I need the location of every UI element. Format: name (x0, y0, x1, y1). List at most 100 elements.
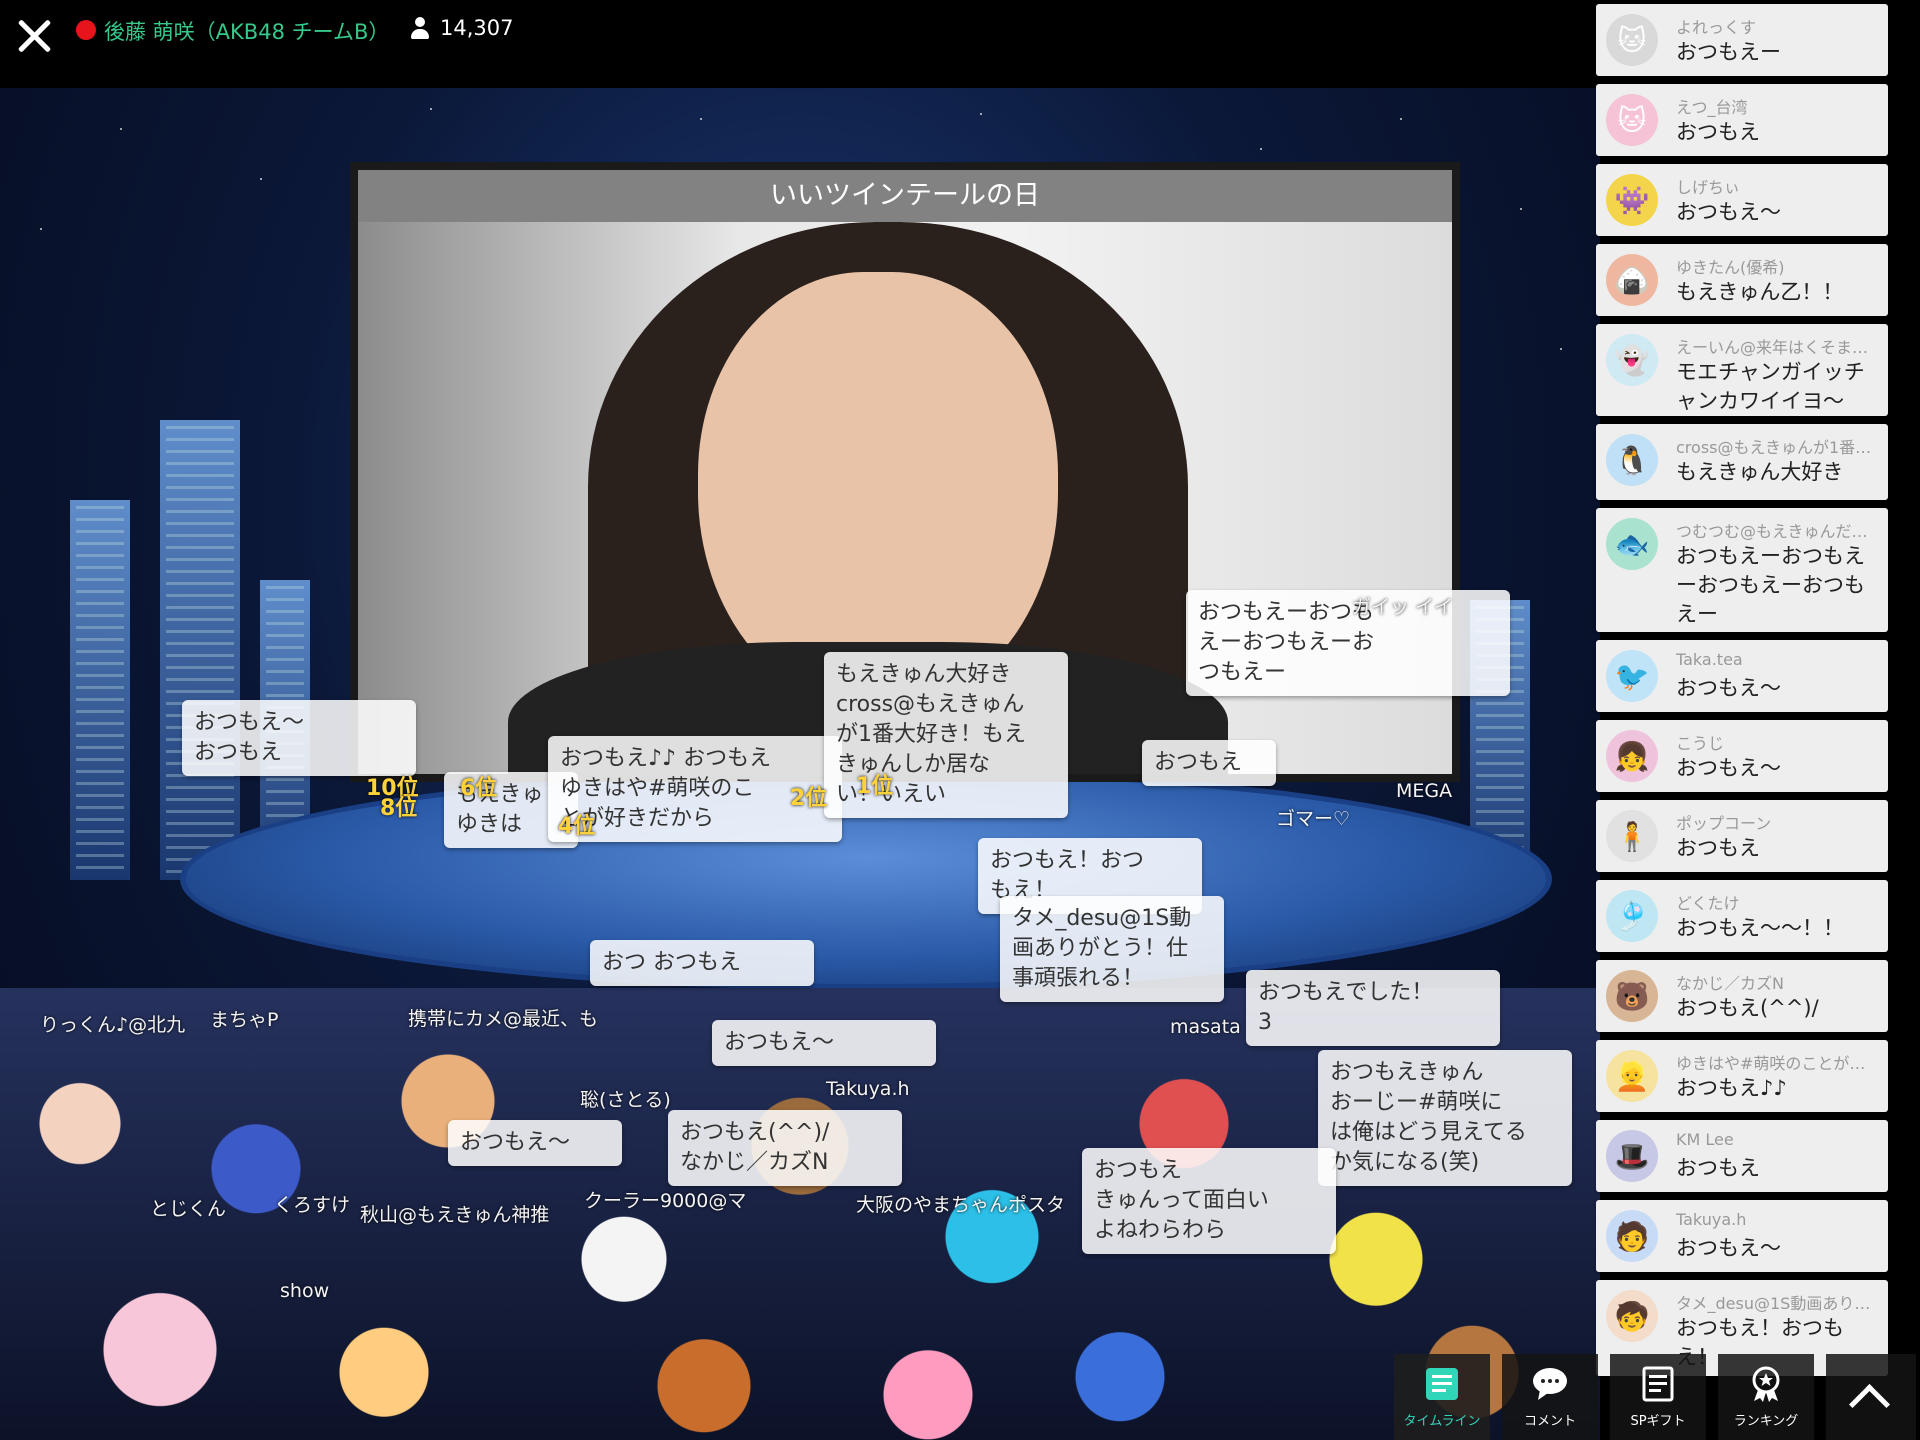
timeline-message: おつもえ (1676, 120, 1760, 144)
rank-badge: 2位 (790, 786, 828, 811)
timeline-username: えつ_台湾 (1676, 98, 1748, 117)
timeline-comment[interactable]: 🧍 ポップコーンおつもえ (1596, 800, 1888, 872)
floating-comment: おつもえ〜 (448, 1120, 622, 1166)
viewer-count: 14,307 (440, 16, 514, 40)
ghost-avatar[interactable]: 👻 (1606, 334, 1658, 386)
cat-avatar[interactable]: 🐱 (1606, 14, 1658, 66)
fish-monster-avatar[interactable]: 🐟 (1606, 518, 1658, 570)
nav-timeline-label: タイムライン (1403, 1414, 1481, 1429)
timeline-comment[interactable]: 🍙 ゆきたん(優希) もえきゅん乙！！ (1596, 244, 1888, 316)
video-title: いいツインテールの日 (358, 170, 1452, 222)
timeline-comment[interactable]: 🎐 どくたけおつもえ〜〜！！ (1596, 880, 1888, 952)
floating-user-tag: 聡(さとる) (580, 1089, 671, 1111)
timeline-comment[interactable]: 🐧 cross@もえきゅんが1番… もえきゅん大好き (1596, 424, 1888, 500)
floating-user-tag: まちゃP (210, 1009, 279, 1031)
pink-cat-avatar[interactable]: 🐱 (1606, 94, 1658, 146)
floating-comment: おつもえでした！ 3 (1246, 970, 1500, 1046)
rank-badge: 1位 (856, 774, 894, 799)
nav-sp-gift-label: SPギフト (1630, 1414, 1686, 1429)
timeline-comment[interactable]: 👻 えーいん@来年はくそま… モエチャンガイッチャンカワイイヨ〜 (1596, 324, 1888, 416)
floating-comment: おつもえ(^^)/なかじ／カズN (668, 1110, 902, 1186)
tanuki-avatar[interactable]: 🐻 (1606, 970, 1658, 1022)
floating-comment: おつもえ〜 (712, 1020, 936, 1066)
floating-comment: タメ_desu@1S動 画ありがとう！仕 事頑張れる！ (1000, 896, 1224, 1002)
scroll-to-top-button[interactable] (1826, 1354, 1916, 1440)
comment-timeline[interactable]: 🐱 よれっくすおつもえー 🐱 えつ_台湾おつもえ 👾 しげちぃおつもえ〜 🍙 ゆきたん(優希)… (1596, 0, 1892, 1440)
floating-user-tag: クーラー9000@マ (584, 1190, 747, 1212)
timeline-comment[interactable]: 👱 ゆきはや#萌咲のことが… おつもえ♪♪ (1596, 1040, 1888, 1112)
timeline-message: おつもえ(^^)/ (1676, 996, 1819, 1020)
floating-comment: おつもえきゅん おーじー#萌咲に は俺はどう見えてる か気になる(笑) (1318, 1050, 1572, 1186)
timeline-comment[interactable]: 🎩 KM Lee おつもえ (1596, 1120, 1888, 1192)
floating-user-tag: show (280, 1280, 330, 1302)
blonde-girl-avatar[interactable]: 👱 (1606, 1050, 1658, 1102)
timeline-comment[interactable]: 🧑 Takuya.h おつもえ〜 (1596, 1200, 1888, 1272)
gift-list-icon (1642, 1366, 1674, 1402)
floating-user-tag: ゴマー♡ (1276, 808, 1351, 830)
timeline-comment[interactable]: 🐦 Taka.tea おつもえ〜 (1596, 640, 1888, 712)
floating-comment: おつもえ (1142, 740, 1276, 786)
timeline-message: おつもえ〜〜！！ (1676, 916, 1844, 940)
timeline-username: こうじ (1676, 734, 1725, 753)
timeline-comment[interactable]: 🐱 よれっくすおつもえー (1596, 4, 1888, 76)
timeline-username: Taka.tea (1676, 650, 1743, 669)
timeline-comment[interactable]: 🐟 つむつむ@もえきゅんだ… おつもえーおつもえーおつもえーおつもえー (1596, 508, 1888, 632)
floating-user-tag: 大阪のやまちゃんポスタ (856, 1194, 1066, 1216)
floating-user-tag: 携帯にカメ@最近、も (408, 1008, 599, 1030)
girl-avatar[interactable]: 👧 (1606, 730, 1658, 782)
floating-comment: おつもえーおつも えーおつもえーお つもえー (1186, 590, 1510, 696)
timeline-comment[interactable]: 🐻 なかじ／カズN おつもえ(^^)/ (1596, 960, 1888, 1032)
blue-hair-avatar[interactable]: 🧑 (1606, 1210, 1658, 1262)
timeline-username: ポップコーン (1676, 814, 1772, 833)
nav-sp-gift[interactable]: SPギフト (1610, 1354, 1706, 1440)
nav-timeline[interactable]: タイムライン (1394, 1354, 1490, 1440)
jellyfish-avatar[interactable]: 🎐 (1606, 890, 1658, 942)
timeline-message: おつもえ〜 (1676, 200, 1781, 224)
timeline-username: しげちぃ (1676, 178, 1741, 197)
timeline-message: おつもえ (1676, 1156, 1760, 1180)
timeline-message: おつもえ (1676, 836, 1760, 860)
floating-comment: おつ おつもえ (590, 940, 814, 986)
timeline-message: おつもえ♪♪ (1676, 1076, 1787, 1100)
close-icon[interactable] (10, 12, 58, 60)
timeline-message: おつもえー (1676, 40, 1781, 64)
timeline-message: もえきゅん大好き (1676, 460, 1844, 484)
magician-avatar[interactable]: 🎩 (1606, 1130, 1658, 1182)
timeline-username: えーいん@来年はくそま… (1676, 338, 1869, 357)
timeline-username: タメ_desu@1S動画あり… (1676, 1294, 1871, 1313)
floating-comment: おつもえ きゅんって面白い よねわらわら (1082, 1148, 1336, 1254)
floating-user-tag: Takuya.h (826, 1078, 910, 1100)
viewer-icon (410, 17, 430, 41)
timeline-comment[interactable]: 🐱 えつ_台湾おつもえ (1596, 84, 1888, 156)
onigiri-avatar[interactable]: 🍙 (1606, 254, 1658, 306)
timeline-username: どくたけ (1676, 894, 1740, 913)
floating-user-tag: masata (1170, 1016, 1241, 1038)
city-tower (70, 500, 130, 880)
floating-user-tag: りっくん♪@北九 (40, 1014, 186, 1036)
bird-avatar[interactable]: 🐦 (1606, 650, 1658, 702)
floating-user-tag: 秋山@もえきゅん神推 (360, 1204, 550, 1226)
live-indicator-icon (76, 20, 96, 40)
yellow-character-avatar[interactable]: 👾 (1606, 174, 1658, 226)
speech-bubble-icon (1533, 1368, 1567, 1400)
rank-badge: 4位 (558, 814, 596, 839)
floating-user-tag: くろすけ (274, 1194, 351, 1216)
ranking-medal-icon (1752, 1366, 1780, 1402)
timeline-comment[interactable]: 👾 しげちぃおつもえ〜 (1596, 164, 1888, 236)
streamer-name[interactable]: 後藤 萌咲（AKB48 チームB） (104, 16, 389, 46)
floating-user-tag: ガイッ イイ (1352, 596, 1454, 618)
nav-ranking-label: ランキング (1733, 1414, 1799, 1429)
penguin-avatar[interactable]: 🐧 (1606, 434, 1658, 486)
chibi-avatar[interactable]: 🧒 (1606, 1290, 1658, 1342)
timeline-username: つむつむ@もえきゅんだ… (1676, 522, 1868, 541)
nav-ranking[interactable]: ランキング (1718, 1354, 1814, 1440)
timeline-username: なかじ／カズN (1676, 974, 1784, 993)
nav-comment[interactable]: コメント (1502, 1354, 1598, 1440)
timeline-comment[interactable]: 👧 こうじおつもえ〜 (1596, 720, 1888, 792)
boy-avatar[interactable]: 🧍 (1606, 810, 1658, 862)
floating-user-tag: MEGA (1396, 780, 1453, 802)
timeline-message: モエチャンガイッチャンカワイイヨ〜 (1676, 360, 1865, 413)
timeline-message: おつもえ〜 (1676, 756, 1781, 780)
timeline-message: おつもえ〜 (1676, 676, 1781, 700)
timeline-username: よれっくす (1676, 18, 1757, 37)
